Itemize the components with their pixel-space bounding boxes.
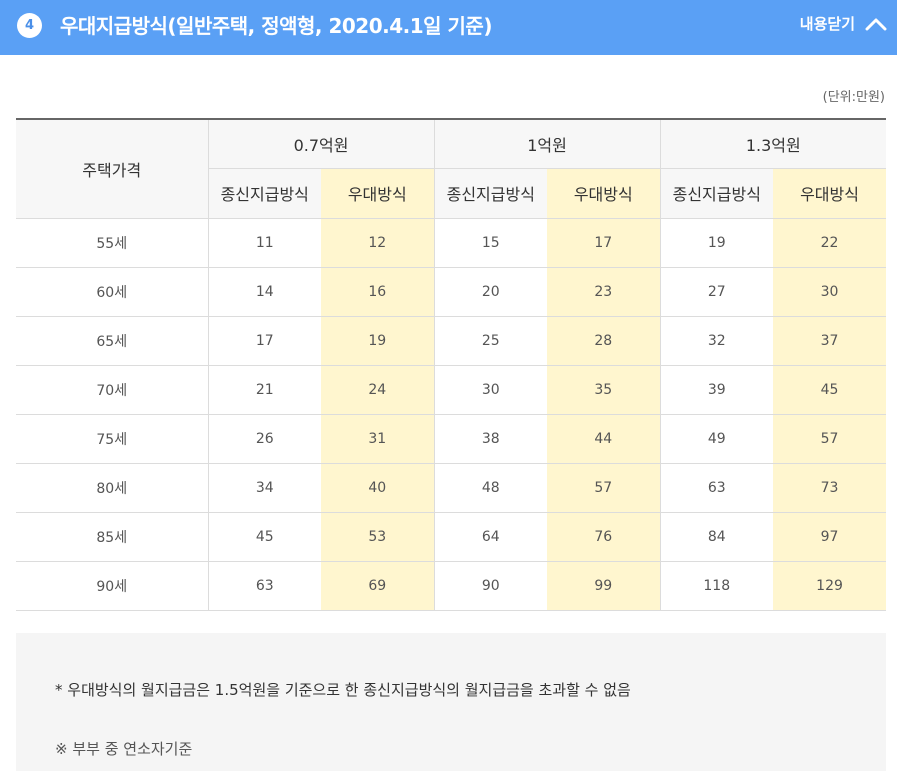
- value-cell: 30: [773, 267, 887, 317]
- value-cell: 35: [547, 365, 661, 415]
- value-cell: 57: [773, 414, 887, 464]
- table-row: 90세 63 69 90 99 118 129: [16, 561, 887, 611]
- row-header-cell: 주택가격: [16, 118, 208, 219]
- value-cell: 84: [659, 512, 774, 562]
- value-cell: 44: [547, 414, 661, 464]
- value-cell: 64: [433, 512, 548, 562]
- value-cell: 14: [207, 267, 321, 317]
- value-cell: 45: [773, 365, 887, 415]
- collapse-toggle-button[interactable]: 내용닫기: [800, 13, 887, 34]
- value-cell: 53: [321, 512, 435, 562]
- subheader-preferential: 우대방식: [773, 168, 887, 219]
- value-cell: 24: [321, 365, 435, 415]
- value-cell: 99: [547, 561, 661, 611]
- subheader-lifetime: 종신지급방식: [207, 168, 321, 219]
- price-group-header: 1.3억원: [659, 118, 887, 169]
- age-cell: 90세: [16, 561, 208, 611]
- value-cell: 20: [433, 267, 548, 317]
- table-row: 75세 26 31 38 44 49 57: [16, 414, 887, 464]
- note-basis: ※ 부부 중 연소자기준: [55, 740, 193, 758]
- value-cell: 48: [433, 463, 548, 513]
- value-cell: 45: [207, 512, 321, 562]
- value-cell: 15: [433, 218, 548, 268]
- subheader-lifetime: 종신지급방식: [433, 168, 548, 219]
- age-cell: 70세: [16, 365, 208, 415]
- value-cell: 23: [547, 267, 661, 317]
- value-cell: 63: [659, 463, 774, 513]
- value-cell: 63: [207, 561, 321, 611]
- value-cell: 73: [773, 463, 887, 513]
- table-row: 60세 14 16 20 23 27 30: [16, 267, 887, 317]
- value-cell: 16: [321, 267, 435, 317]
- subheader-preferential: 우대방식: [321, 168, 435, 219]
- section-header: 4 우대지급방식(일반주택, 정액형, 2020.4.1일 기준) 내용닫기: [0, 0, 897, 55]
- age-cell: 65세: [16, 316, 208, 366]
- section-title: 우대지급방식(일반주택, 정액형, 2020.4.1일 기준): [60, 14, 492, 38]
- value-cell: 90: [433, 561, 548, 611]
- value-cell: 97: [773, 512, 887, 562]
- unit-label: (단위:만원): [822, 90, 885, 105]
- value-cell: 37: [773, 316, 887, 366]
- note-limit: * 우대방식의 월지급금은 1.5억원을 기준으로 한 종신지급방식의 월지급금…: [55, 681, 631, 699]
- value-cell: 31: [321, 414, 435, 464]
- table-row: 85세 45 53 64 76 84 97: [16, 512, 887, 562]
- value-cell: 57: [547, 463, 661, 513]
- step-number-badge: 4: [17, 13, 42, 38]
- value-cell: 49: [659, 414, 774, 464]
- age-cell: 80세: [16, 463, 208, 513]
- value-cell: 26: [207, 414, 321, 464]
- value-cell: 76: [547, 512, 661, 562]
- value-cell: 25: [433, 316, 548, 366]
- value-cell: 69: [321, 561, 435, 611]
- table-row: 65세 17 19 25 28 32 37: [16, 316, 887, 366]
- value-cell: 11: [207, 218, 321, 268]
- subheader-lifetime: 종신지급방식: [659, 168, 774, 219]
- value-cell: 38: [433, 414, 548, 464]
- value-cell: 118: [659, 561, 774, 611]
- collapse-toggle-label: 내용닫기: [799, 15, 855, 33]
- price-group-header: 1억원: [433, 118, 661, 169]
- value-cell: 40: [321, 463, 435, 513]
- value-cell: 21: [207, 365, 321, 415]
- subheader-preferential: 우대방식: [547, 168, 661, 219]
- value-cell: 19: [321, 316, 435, 366]
- value-cell: 32: [659, 316, 774, 366]
- value-cell: 34: [207, 463, 321, 513]
- age-cell: 85세: [16, 512, 208, 562]
- table-row: 55세 11 12 15 17 19 22: [16, 218, 887, 268]
- value-cell: 39: [659, 365, 774, 415]
- value-cell: 22: [773, 218, 887, 268]
- age-cell: 75세: [16, 414, 208, 464]
- value-cell: 12: [321, 218, 435, 268]
- payment-table: 주택가격 0.7억원 1억원 1.3억원 종신지급방식 우대방식 종신지급방식 …: [16, 118, 887, 611]
- age-cell: 55세: [16, 218, 208, 268]
- notes-box: * 우대방식의 월지급금은 1.5억원을 기준으로 한 종신지급방식의 월지급금…: [16, 633, 886, 771]
- value-cell: 27: [659, 267, 774, 317]
- table-row: 80세 34 40 48 57 63 73: [16, 463, 887, 513]
- value-cell: 30: [433, 365, 548, 415]
- value-cell: 129: [773, 561, 887, 611]
- value-cell: 17: [547, 218, 661, 268]
- age-cell: 60세: [16, 267, 208, 317]
- value-cell: 17: [207, 316, 321, 366]
- table-row: 70세 21 24 30 35 39 45: [16, 365, 887, 415]
- price-group-header: 0.7억원: [207, 118, 435, 169]
- value-cell: 19: [659, 218, 774, 268]
- value-cell: 28: [547, 316, 661, 366]
- table-header-row: 주택가격 0.7억원 1억원 1.3억원: [16, 118, 887, 219]
- chevron-up-icon: [865, 18, 887, 30]
